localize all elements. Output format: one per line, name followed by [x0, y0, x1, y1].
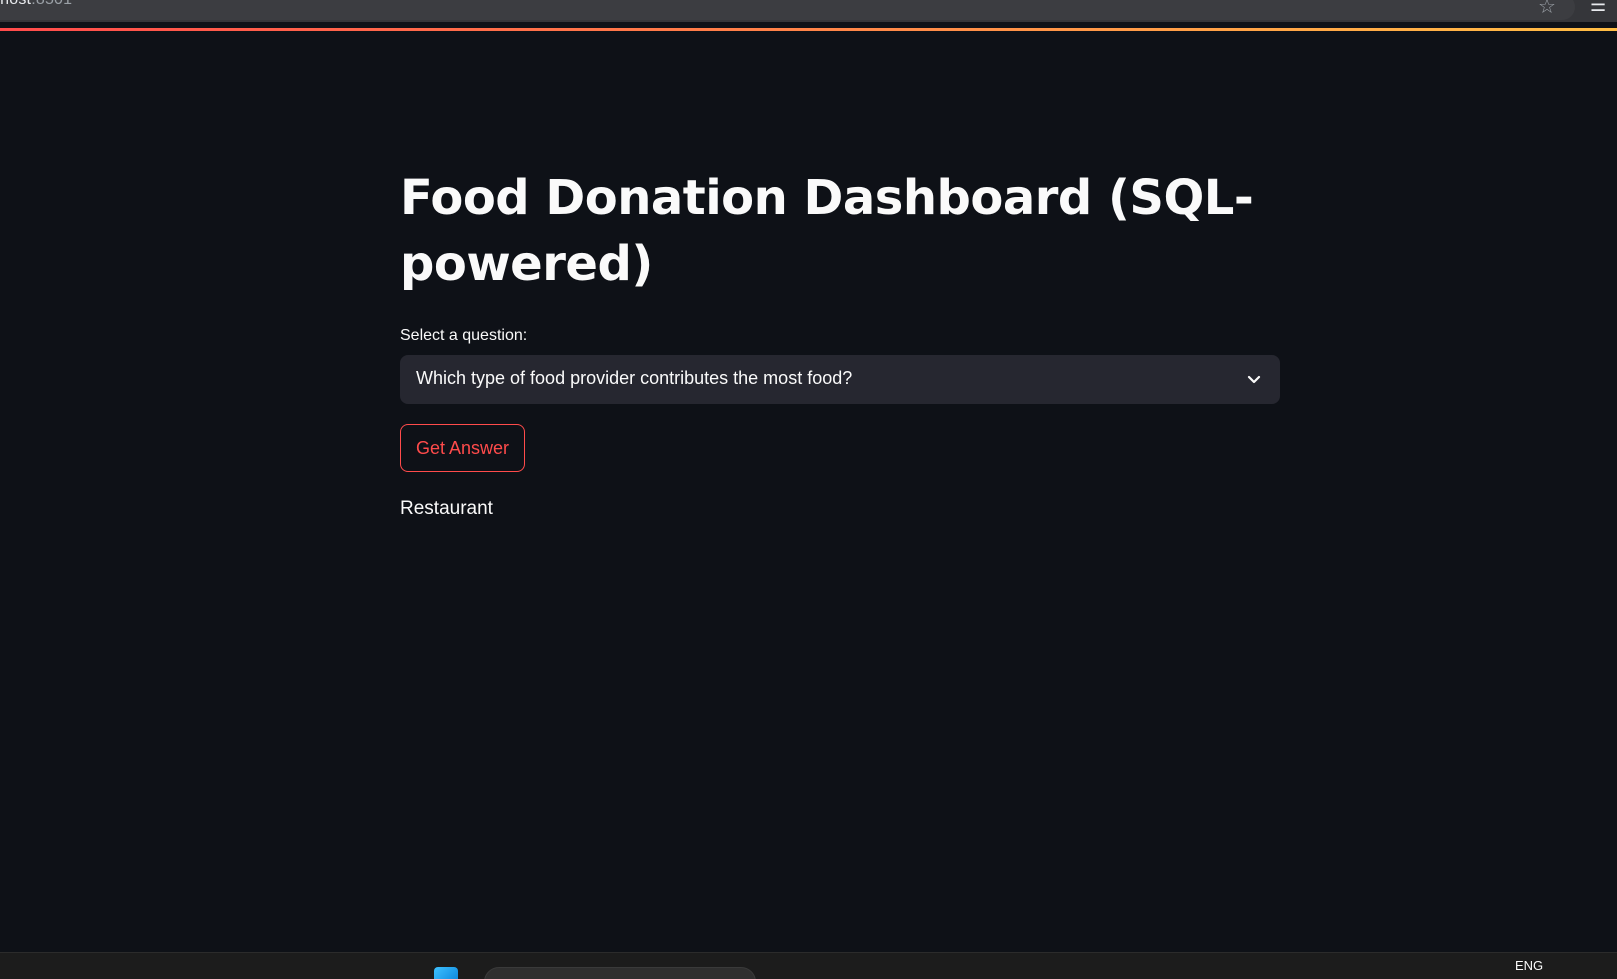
main-content: Food Donation Dashboard (SQL-powered) Se… [400, 165, 1280, 520]
header-decoration-bar [0, 28, 1617, 31]
taskbar-search-input[interactable] [484, 967, 756, 979]
chevron-down-icon[interactable] [1244, 369, 1264, 389]
selected-question-value: Which type of food provider contributes … [416, 368, 853, 388]
reading-list-icon[interactable]: ☰ [1590, 0, 1606, 16]
browser-toolbar: ocalhost:8501 ☆ ☰ [0, 0, 1617, 22]
windows-start-icon[interactable] [434, 967, 458, 979]
language-indicator[interactable]: ENG [1515, 958, 1543, 973]
question-select[interactable]: Which type of food provider contributes … [400, 355, 1280, 404]
star-icon[interactable]: ☆ [1538, 0, 1556, 19]
url-host: ocalhost [0, 0, 31, 8]
page-title: Food Donation Dashboard (SQL-powered) [400, 170, 1254, 292]
address-bar[interactable]: ocalhost:8501 [0, 0, 1575, 20]
select-question-label: Select a question: [400, 327, 528, 344]
get-answer-button[interactable]: Get Answer [400, 424, 526, 472]
answer-text: Restaurant [400, 498, 493, 519]
url-port: :8501 [31, 0, 72, 8]
os-taskbar: ENG [0, 952, 1617, 979]
address-bar-url: ocalhost:8501 [0, 0, 72, 9]
